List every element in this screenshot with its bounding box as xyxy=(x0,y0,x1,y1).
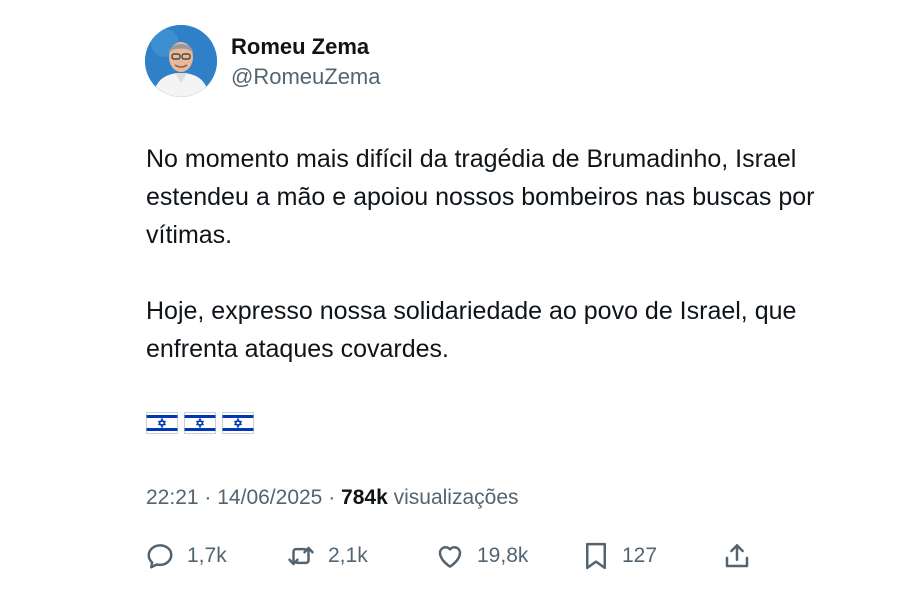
post-date[interactable]: 14/06/2025 xyxy=(217,486,322,509)
post-time[interactable]: 22:21 xyxy=(146,486,199,509)
author-name[interactable]: Romeu Zema xyxy=(231,34,369,60)
reply-icon xyxy=(147,544,173,569)
post-meta: 22:21 · 14/06/2025 · 784k visualizações xyxy=(146,486,519,510)
share-icon xyxy=(725,544,749,568)
tweet: Romeu Zema @RomeuZema No momento mais di… xyxy=(0,0,900,600)
bookmark-button[interactable]: 127 xyxy=(582,536,657,576)
bookmark-icon xyxy=(586,542,606,570)
flag-israel-icon xyxy=(184,412,216,434)
like-count: 19,8k xyxy=(477,544,529,567)
post-paragraph: No momento mais difícil da tragédia de B… xyxy=(146,145,815,249)
bookmark-count: 127 xyxy=(622,544,658,567)
flag-israel-icon xyxy=(146,412,178,434)
like-button[interactable]: 19,8k xyxy=(435,536,528,576)
views-label: visualizações xyxy=(393,486,519,509)
repost-count: 2,1k xyxy=(328,544,368,567)
avatar-image xyxy=(145,25,217,97)
action-bar: 1,7k 2,1k 19,8k 127 xyxy=(0,536,900,576)
post-paragraph: Hoje, expresso nossa solidariedade ao po… xyxy=(146,297,797,363)
avatar[interactable] xyxy=(145,25,217,97)
emoji-row xyxy=(146,412,254,434)
meta-separator: · xyxy=(328,486,336,509)
reply-button[interactable]: 1,7k xyxy=(145,536,227,576)
heart-icon xyxy=(438,546,462,568)
reply-count: 1,7k xyxy=(187,544,227,567)
repost-button[interactable]: 2,1k xyxy=(286,536,368,576)
flag-israel-icon xyxy=(222,412,254,434)
meta-separator: · xyxy=(204,486,212,509)
author-handle[interactable]: @RomeuZema xyxy=(231,64,381,90)
post-text: No momento mais difícil da tragédia de B… xyxy=(146,140,846,368)
views-count: 784k xyxy=(341,486,388,509)
share-button[interactable] xyxy=(722,536,752,576)
repost-icon xyxy=(288,546,314,566)
